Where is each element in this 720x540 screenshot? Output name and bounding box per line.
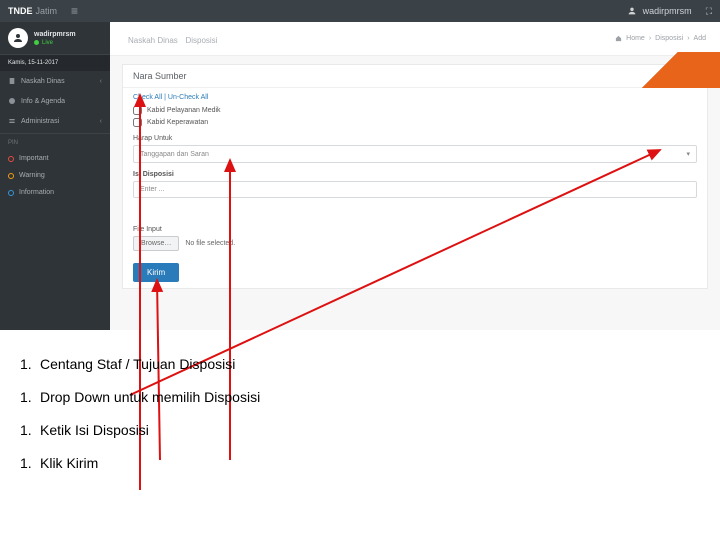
brand: TNDE Jatim xyxy=(8,6,57,16)
topbar: TNDE Jatim ≡ wadirpmrsm ⛶ xyxy=(0,0,720,22)
sidebar-pin-important[interactable]: Important xyxy=(0,150,110,167)
label-file-input: File Input xyxy=(133,226,697,233)
list-item: 1.Centang Staf / Tujuan Disposisi xyxy=(20,356,700,373)
check-all-link[interactable]: Check All xyxy=(133,94,162,101)
list-item: 1.Drop Down untuk memilih Disposisi xyxy=(20,389,700,406)
hamburger-icon[interactable]: ≡ xyxy=(71,4,78,18)
fullscreen-icon[interactable]: ⛶ xyxy=(706,6,712,17)
sidebar-pin-information[interactable]: Information xyxy=(0,184,110,201)
check-actions: Check All | Un-Check All xyxy=(133,94,697,101)
page-title: Naskah Dinas Disposisi xyxy=(124,31,217,46)
breadcrumb: Home› Disposisi› Add xyxy=(615,35,706,42)
sidebar: wadirpmrsm Live Kamis, 15-11-2017 Naskah… xyxy=(0,22,110,330)
check-row[interactable]: Kabid Keperawatan xyxy=(133,118,697,127)
corner-accent xyxy=(600,52,720,88)
label-isi-disposisi: Isi Disposisi xyxy=(133,171,697,178)
file-input-row: Browse… No file selected. xyxy=(133,236,697,251)
staff-checkbox[interactable] xyxy=(133,118,142,127)
home-icon xyxy=(615,35,622,42)
dot-icon xyxy=(8,190,14,196)
sidebar-username: wadirpmrsm xyxy=(34,31,76,38)
isi-disposisi-input[interactable]: Enter ... xyxy=(133,181,697,198)
chevron-down-icon: ▾ xyxy=(686,150,690,158)
user-icon xyxy=(627,6,637,16)
main: Naskah Dinas Disposisi Home› Disposisi› … xyxy=(110,22,720,330)
dot-icon xyxy=(8,173,14,179)
dot-icon xyxy=(8,156,14,162)
list-item: 1.Ketik Isi Disposisi xyxy=(20,422,700,439)
staff-checkbox[interactable] xyxy=(133,106,142,115)
list-item: 1.Klik Kirim xyxy=(20,455,700,472)
brand-light: Jatim xyxy=(36,6,58,16)
instruction-list: 1.Centang Staf / Tujuan Disposisi 1.Drop… xyxy=(20,340,700,488)
topbar-user[interactable]: wadirpmrsm ⛶ xyxy=(627,6,712,17)
input-placeholder: Enter ... xyxy=(140,186,165,193)
uncheck-all-link[interactable]: Un-Check All xyxy=(168,94,208,101)
page-subtitle: Disposisi xyxy=(185,36,217,45)
app-screenshot: TNDE Jatim ≡ wadirpmrsm ⛶ wadirpmrsm Liv… xyxy=(0,0,720,330)
sidebar-item-info-agenda[interactable]: Info & Agenda xyxy=(0,91,110,111)
file-status: No file selected. xyxy=(185,240,235,247)
browse-button[interactable]: Browse… xyxy=(133,236,179,251)
doc-icon xyxy=(8,77,16,85)
sidebar-user: wadirpmrsm Live xyxy=(0,22,110,55)
panel-title: Nara Sumber xyxy=(133,71,187,81)
topbar-username: wadirpmrsm xyxy=(643,6,692,16)
harap-untuk-select[interactable]: Tanggapan dan Saran ▾ xyxy=(133,145,697,163)
sidebar-section-pin: Pin xyxy=(0,136,110,150)
sidebar-item-administrasi[interactable]: Administrasi ‹ xyxy=(0,111,110,131)
sidebar-item-naskah-dinas[interactable]: Naskah Dinas ‹ xyxy=(0,71,110,91)
brand-bold: TNDE xyxy=(8,6,33,16)
info-icon xyxy=(8,97,16,105)
kirim-button[interactable]: Kirim xyxy=(133,263,179,282)
sidebar-role: Live xyxy=(34,40,76,46)
admin-icon xyxy=(8,117,16,125)
select-value: Tanggapan dan Saran xyxy=(140,151,209,158)
sidebar-date: Kamis, 15-11-2017 xyxy=(0,55,110,71)
avatar xyxy=(8,28,28,48)
panel-nara-sumber: Nara Sumber — × Check All | Un-Check All xyxy=(122,64,708,289)
chevron-left-icon: ‹ xyxy=(100,118,102,125)
chevron-left-icon: ‹ xyxy=(100,78,102,85)
label-harap-untuk: Harap Untuk xyxy=(133,135,697,142)
main-header: Naskah Dinas Disposisi Home› Disposisi› … xyxy=(110,22,720,56)
check-row[interactable]: Kabid Pelayanan Medik xyxy=(133,106,697,115)
sidebar-pin-warning[interactable]: Warning xyxy=(0,167,110,184)
